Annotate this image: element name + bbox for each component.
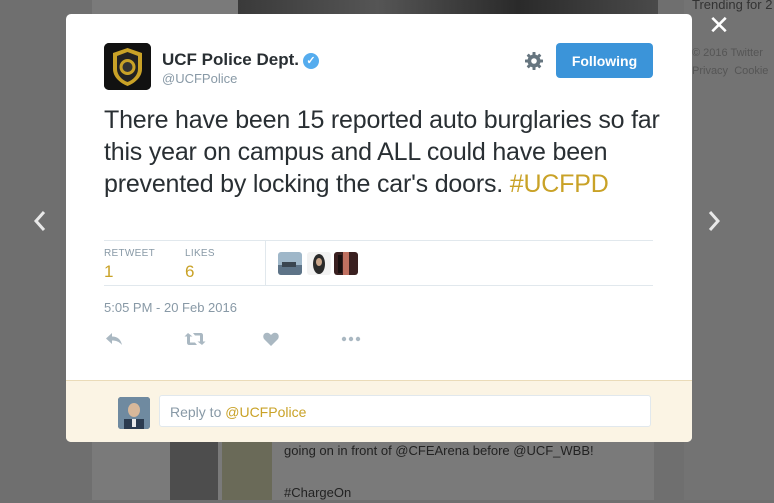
verified-icon: ✓ [302, 53, 319, 69]
background-tweet-text: going on in front of @CFEArena before @U… [284, 440, 594, 503]
retweets-count[interactable]: 1 [104, 262, 113, 282]
footer-links: © 2016 Twitter Privacy Cookie [692, 44, 768, 80]
reply-area: Reply to @UCFPolice [66, 380, 692, 442]
like-icon[interactable] [263, 332, 283, 348]
stats-separator [265, 241, 266, 285]
trending-header: Trending for 2 [692, 0, 773, 12]
close-icon[interactable]: ✕ [706, 12, 732, 38]
following-button[interactable]: Following [556, 43, 653, 78]
footer-privacy[interactable]: Privacy [692, 65, 728, 77]
reply-placeholder-prefix: Reply to [170, 404, 226, 420]
user-avatar[interactable] [118, 397, 150, 429]
author-name-text: UCF Police Dept. [162, 50, 299, 69]
liker-avatar[interactable] [278, 252, 302, 275]
author-avatar[interactable] [104, 43, 151, 90]
reply-placeholder-mention: @UCFPolice [225, 404, 307, 420]
tweet-timestamp[interactable]: 5:05 PM - 20 Feb 2016 [104, 300, 237, 315]
retweet-icon[interactable] [184, 332, 206, 348]
reply-icon[interactable] [105, 332, 125, 348]
tweet-text: There have been 15 reported auto burglar… [104, 104, 664, 200]
chevron-right-icon[interactable] [702, 208, 726, 238]
tweet-media-thumb[interactable] [222, 442, 272, 500]
more-icon[interactable] [341, 332, 361, 348]
liker-avatar[interactable] [334, 252, 358, 275]
footer-cookie[interactable]: Cookie [734, 65, 768, 77]
likes-count[interactable]: 6 [185, 262, 194, 282]
author-handle[interactable]: @UCFPolice [162, 71, 237, 86]
liker-avatar[interactable] [307, 252, 331, 275]
divider [104, 285, 653, 286]
reply-input[interactable]: Reply to @UCFPolice [159, 395, 651, 427]
chevron-left-icon[interactable] [28, 208, 52, 238]
footer-copyright[interactable]: © 2016 Twitter [692, 44, 768, 62]
tweet-modal: UCF Police Dept. ✓ @UCFPolice Following T… [66, 14, 692, 442]
tweet-hashtag[interactable]: #UCFPD [510, 170, 609, 198]
divider [104, 240, 653, 241]
background-tweet-line: going on in front of @CFEArena before @U… [284, 443, 594, 458]
likes-label: LIKES [185, 248, 215, 259]
retweets-label: RETWEET [104, 248, 155, 259]
author-name[interactable]: UCF Police Dept. ✓ [162, 50, 319, 70]
gear-icon[interactable] [524, 51, 544, 71]
tweet-media-thumb[interactable] [170, 442, 218, 500]
